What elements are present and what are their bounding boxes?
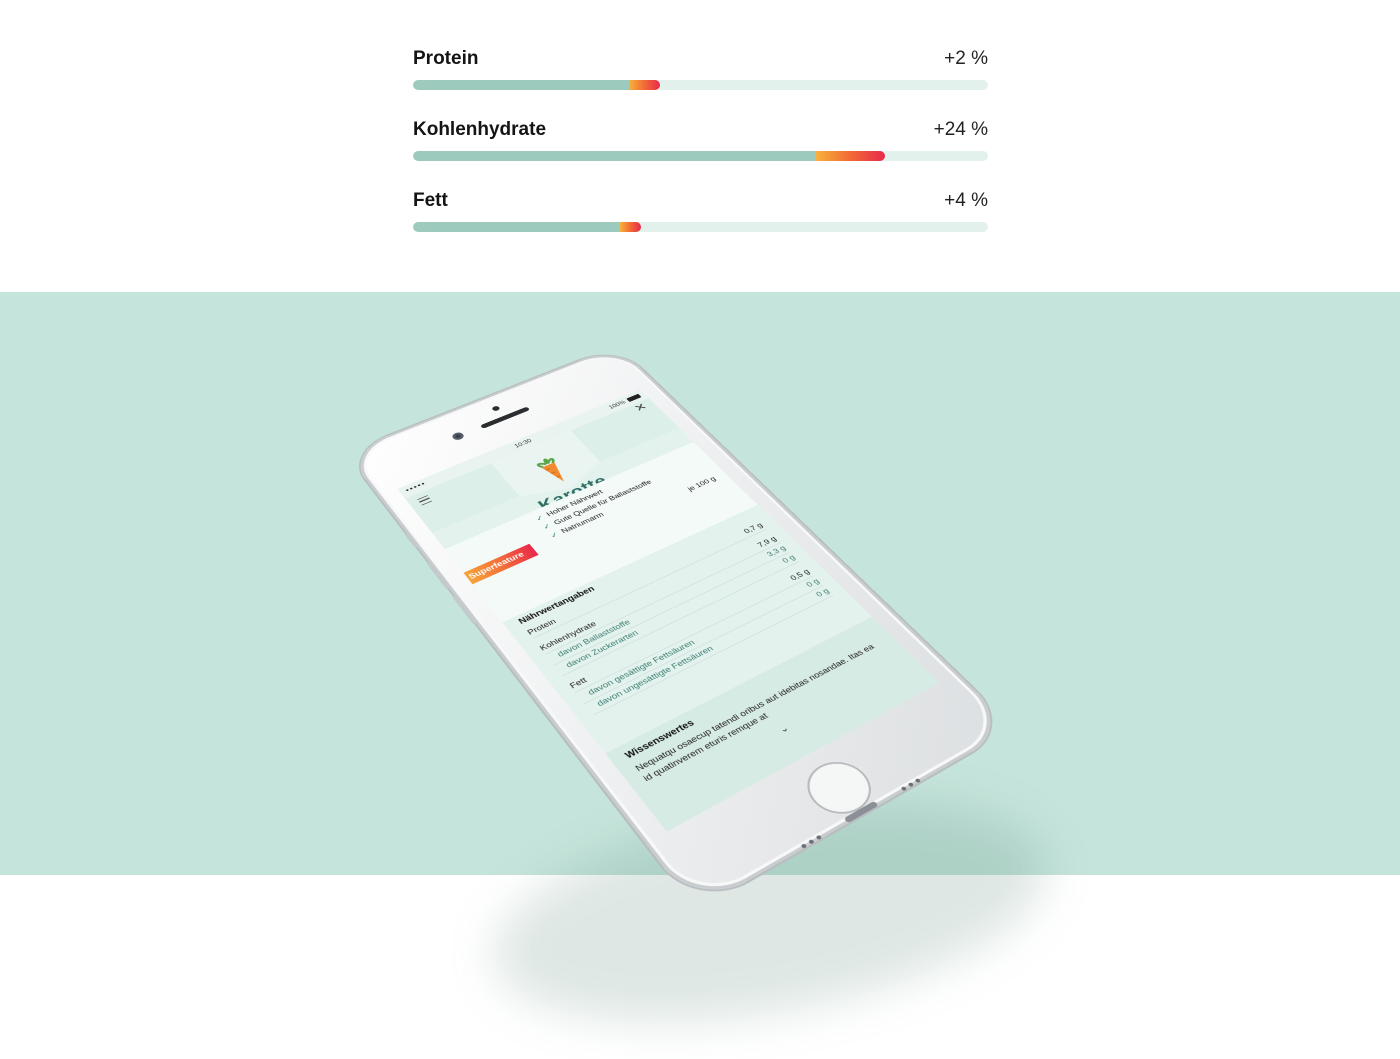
stat-delta: +24 %	[933, 119, 988, 140]
progress-bar	[413, 80, 988, 90]
check-icon: ✓	[548, 530, 561, 540]
progress-bar	[413, 222, 988, 232]
progress-bar	[413, 151, 988, 161]
macro-stats-panel: Protein +2 % Kohlenhydrate +24 % Fett +4…	[413, 47, 988, 260]
progress-increase	[815, 151, 885, 161]
stat-delta: +4 %	[944, 190, 988, 211]
stat-row-kohlenhydrate: Kohlenhydrate +24 %	[413, 118, 988, 189]
stat-label: Kohlenhydrate	[413, 119, 547, 140]
close-icon[interactable]: ✕	[632, 402, 650, 414]
progress-base	[413, 222, 620, 232]
chevron-down-icon[interactable]: ⌄	[777, 723, 792, 735]
stat-label: Fett	[413, 190, 448, 211]
stat-label: Protein	[413, 48, 479, 69]
progress-increase	[628, 80, 661, 90]
stat-delta: +2 %	[944, 48, 988, 69]
menu-icon[interactable]	[417, 495, 433, 506]
progress-increase	[620, 222, 642, 232]
per-100g-label: je 100 g	[685, 475, 718, 493]
stat-row-fett: Fett +4 %	[413, 189, 988, 260]
stat-row-protein: Protein +2 %	[413, 47, 988, 118]
progress-base	[413, 151, 816, 161]
progress-base	[413, 80, 629, 90]
